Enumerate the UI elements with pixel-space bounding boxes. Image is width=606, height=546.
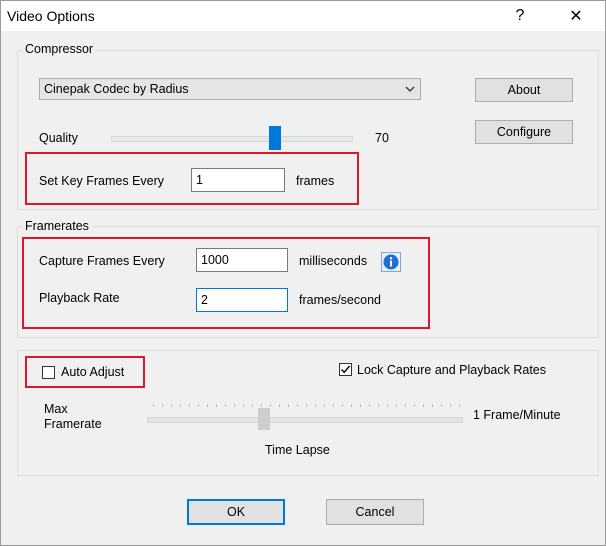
timelapse-slider-track[interactable]: [147, 417, 463, 423]
close-button[interactable]: ✕: [553, 1, 599, 31]
playback-rate-input[interactable]: [196, 288, 288, 312]
codec-select-value: Cinepak Codec by Radius: [44, 82, 189, 96]
window-title: Video Options: [7, 8, 95, 24]
max-framerate-label-line1: Max: [44, 402, 68, 416]
about-button-label: About: [507, 83, 541, 97]
keyframes-input[interactable]: [191, 168, 285, 192]
cancel-button-label: Cancel: [355, 505, 395, 519]
capture-frames-label: Capture Frames Every: [39, 254, 165, 268]
info-icon-graphic: [383, 254, 399, 270]
compressor-group-label: Compressor: [23, 42, 96, 56]
configure-button-label: Configure: [496, 125, 552, 139]
help-button[interactable]: ?: [497, 1, 543, 31]
title-bar: Video Options ? ✕: [1, 1, 605, 31]
max-framerate-label-line2: Framerate: [44, 417, 102, 431]
ok-button-label: OK: [226, 505, 246, 519]
cancel-button[interactable]: Cancel: [326, 499, 424, 525]
codec-select[interactable]: Cinepak Codec by Radius: [39, 78, 421, 100]
info-icon[interactable]: [381, 252, 401, 272]
time-lapse-caption: Time Lapse: [265, 443, 330, 457]
lock-rates-checkbox[interactable]: [339, 363, 352, 376]
keyframes-unit: frames: [296, 174, 335, 188]
auto-adjust-checkbox[interactable]: [42, 366, 55, 379]
lock-rates-label[interactable]: Lock Capture and Playback Rates: [357, 363, 546, 377]
quality-slider-thumb[interactable]: [269, 126, 281, 150]
capture-frames-unit: milliseconds: [299, 254, 368, 268]
chevron-down-icon: [405, 86, 415, 92]
capture-frames-input[interactable]: [196, 248, 288, 272]
keyframes-label: Set Key Frames Every: [39, 174, 165, 188]
auto-adjust-label[interactable]: Auto Adjust: [61, 365, 124, 379]
one-frame-per-minute-label: 1 Frame/Minute: [473, 408, 561, 422]
checkmark-icon: [340, 365, 351, 374]
quality-value: 70: [375, 131, 389, 145]
playback-rate-unit: frames/second: [299, 293, 381, 307]
timelapse-slider-ticks: [153, 404, 461, 407]
quality-label: Quality: [39, 131, 78, 145]
close-icon: ✕: [569, 8, 583, 25]
configure-button[interactable]: Configure: [475, 120, 573, 144]
timelapse-slider-thumb[interactable]: [258, 408, 270, 430]
help-icon: ?: [515, 7, 525, 24]
ok-button[interactable]: OK: [187, 499, 285, 525]
quality-slider-track[interactable]: [111, 136, 353, 142]
playback-rate-label: Playback Rate: [39, 291, 120, 305]
video-options-dialog: Video Options ? ✕ Compressor Cinepak Cod…: [0, 0, 606, 546]
about-button[interactable]: About: [475, 78, 573, 102]
framerates-group-label: Framerates: [23, 219, 91, 233]
